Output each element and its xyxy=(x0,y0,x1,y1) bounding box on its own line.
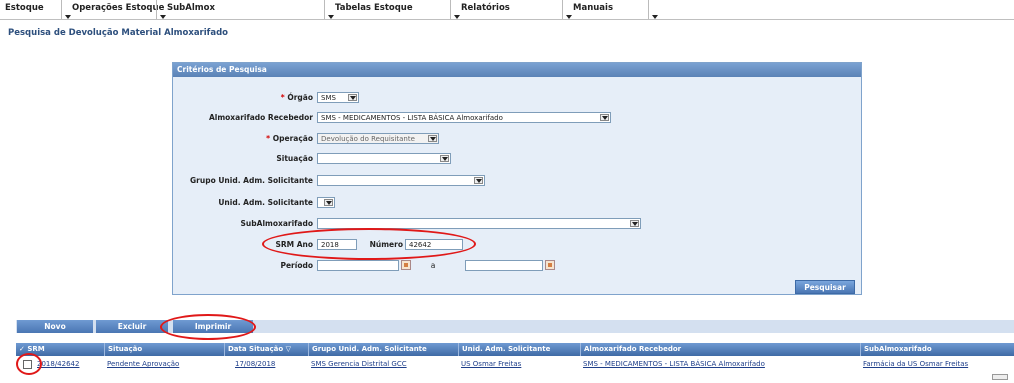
almox-recebedor-label: Almoxarifado Recebedor xyxy=(208,113,313,122)
calendar-icon[interactable] xyxy=(401,260,411,270)
menu-divider xyxy=(156,0,157,19)
orgao-label: * Órgão xyxy=(280,93,313,102)
menu-label: SubAlmox xyxy=(167,3,215,13)
chevron-down-icon xyxy=(348,94,357,101)
cell-situacao[interactable]: Pendente Aprovação xyxy=(104,358,224,371)
chevron-down-icon xyxy=(454,15,460,19)
chevron-down-icon xyxy=(328,15,334,19)
chevron-down-icon xyxy=(324,199,333,206)
column-header-subalmox[interactable]: SubAlmoxarifado xyxy=(860,343,1014,356)
operacao-select[interactable]: Devolução do Requisitante xyxy=(317,133,439,144)
numero-input[interactable]: 42642 xyxy=(405,239,463,250)
top-menu-bar: Estoque Operações Estoque SubAlmox Tabel… xyxy=(0,0,1014,20)
menu-label: Tabelas Estoque xyxy=(335,3,413,13)
cell-unid[interactable]: US Osmar Freitas xyxy=(458,358,580,371)
column-header-data-situacao[interactable]: Data Situação ▽ xyxy=(224,343,308,356)
grupo-unid-select[interactable] xyxy=(317,175,485,186)
panel-header: Critérios de Pesquisa xyxy=(173,63,861,77)
menu-label: Operações Estoque xyxy=(72,3,165,13)
menu-label: Manuais xyxy=(573,3,614,13)
column-header-unid[interactable]: Unid. Adm. Solicitante xyxy=(458,343,580,356)
chevron-down-icon xyxy=(600,114,609,121)
menu-divider xyxy=(324,0,325,19)
situacao-select[interactable] xyxy=(317,153,451,164)
periodo-label: Período xyxy=(280,261,313,270)
novo-button[interactable]: Novo xyxy=(17,320,93,333)
menu-divider xyxy=(450,0,451,19)
chevron-down-icon xyxy=(65,15,71,19)
search-button[interactable]: Pesquisar xyxy=(795,280,855,294)
action-bar: Novo Excluir Imprimir xyxy=(16,320,1014,333)
unid-adm-label: Unid. Adm. Solicitante xyxy=(218,198,313,207)
grupo-unid-label: Grupo Unid. Adm. Solicitante xyxy=(190,176,313,185)
srm-ano-input[interactable]: 2018 xyxy=(317,239,357,250)
srm-ano-label: SRM Ano xyxy=(275,240,313,249)
chevron-down-icon xyxy=(652,15,658,19)
menu-relatorios[interactable]: Relatórios xyxy=(450,0,510,19)
menu-manuais[interactable]: Manuais xyxy=(562,0,614,19)
orgao-select[interactable]: SMS xyxy=(317,92,359,103)
subalmox-label: SubAlmoxarifado xyxy=(240,219,313,228)
menu-estoque[interactable]: Estoque xyxy=(3,3,44,17)
chevron-down-icon xyxy=(630,220,639,227)
column-header-grupo[interactable]: Grupo Unid. Adm. Solicitante xyxy=(308,343,458,356)
operacao-label: * Operação xyxy=(266,134,313,143)
chevron-down-icon xyxy=(474,177,483,184)
excluir-button[interactable]: Excluir xyxy=(96,320,168,333)
cell-grupo[interactable]: SMS Gerencia Distrital GCC xyxy=(308,358,458,371)
subalmox-select[interactable] xyxy=(317,218,641,229)
periodo-from-input[interactable] xyxy=(317,260,399,271)
menu-divider xyxy=(61,0,62,19)
cell-almox[interactable]: SMS - MEDICAMENTOS - LISTA BÁSICA Almoxa… xyxy=(580,358,860,371)
menu-label: Estoque xyxy=(5,3,44,13)
cell-data[interactable]: 17/08/2018 xyxy=(232,358,308,371)
sort-icon: ▽ xyxy=(283,345,292,353)
row-checkbox[interactable] xyxy=(23,360,32,369)
menu-end xyxy=(648,0,659,19)
chevron-down-icon xyxy=(566,15,572,19)
menu-tabelas-estoque[interactable]: Tabelas Estoque xyxy=(324,0,413,19)
menu-subalmox[interactable]: SubAlmox xyxy=(156,0,215,19)
column-header-srm[interactable]: ✓ SRM xyxy=(16,343,104,356)
periodo-separator: a xyxy=(430,261,436,270)
periodo-to-input[interactable] xyxy=(465,260,543,271)
chevron-down-icon xyxy=(160,15,166,19)
chevron-down-icon xyxy=(428,135,437,142)
cell-srm[interactable]: 2018/42642 xyxy=(34,358,104,371)
menu-divider xyxy=(648,0,649,19)
chevron-down-icon xyxy=(440,155,449,162)
imprimir-button[interactable]: Imprimir xyxy=(173,320,253,333)
almox-recebedor-select[interactable]: SMS - MEDICAMENTOS - LISTA BÁSICA Almoxa… xyxy=(317,112,611,123)
cell-subalmox[interactable]: Farmácia da US Osmar Freitas xyxy=(860,358,1014,371)
search-criteria-panel: Critérios de Pesquisa * Órgão SMS Almoxa… xyxy=(172,62,862,295)
results-table-header: ✓ SRM Situação Data Situação ▽ Grupo Uni… xyxy=(16,343,1014,356)
situacao-label: Situação xyxy=(276,154,313,163)
page-title: Pesquisa de Devolução Material Almoxarif… xyxy=(8,28,229,38)
table-row[interactable]: 2018/42642 Pendente Aprovação 17/08/2018… xyxy=(16,358,1014,371)
menu-divider xyxy=(562,0,563,19)
column-header-situacao[interactable]: Situação xyxy=(104,343,224,356)
menu-label: Relatórios xyxy=(461,3,510,13)
scrollbar[interactable] xyxy=(992,374,1008,380)
unid-adm-select[interactable] xyxy=(317,197,335,208)
menu-operacoes-estoque[interactable]: Operações Estoque xyxy=(61,0,165,19)
numero-label: Número xyxy=(369,240,403,249)
calendar-icon[interactable] xyxy=(545,260,555,270)
column-header-almox[interactable]: Almoxarifado Recebedor xyxy=(580,343,860,356)
